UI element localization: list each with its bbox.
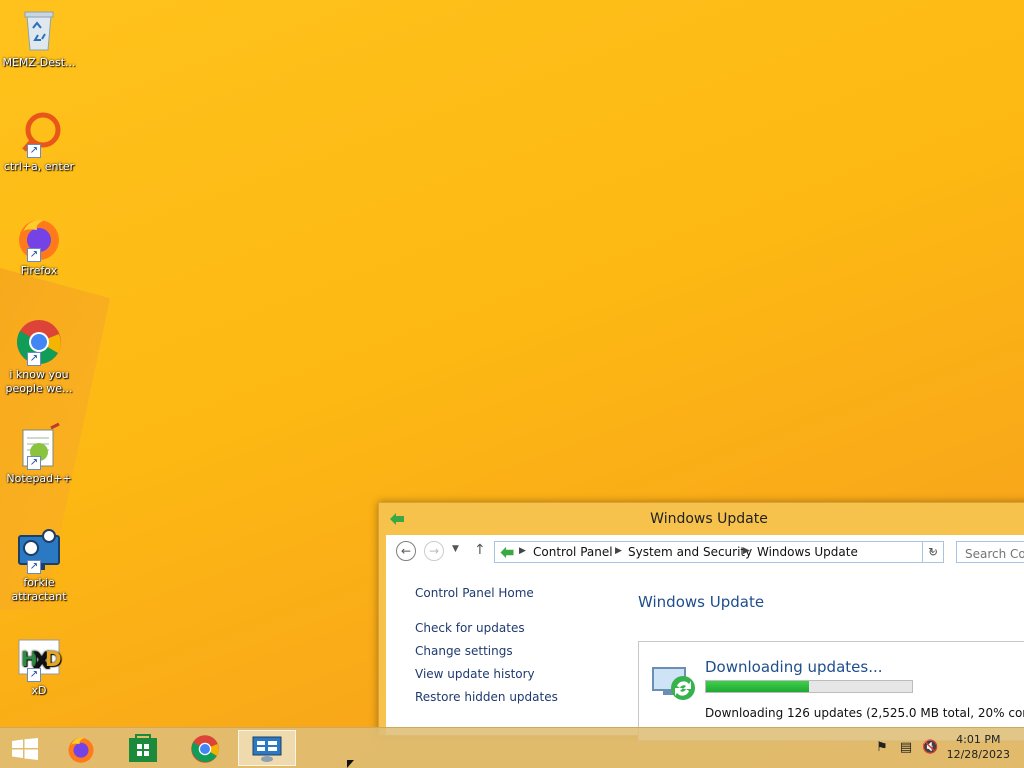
notepad-plus-plus-icon: ↗ (15, 422, 63, 470)
hxd-icon: H X D ↗ (15, 634, 63, 682)
desktop-icon-label: forkie attractant (11, 576, 67, 603)
desktop-icon-xd[interactable]: H X D ↗ xD (2, 634, 76, 698)
shortcut-arrow-icon: ↗ (27, 248, 41, 262)
download-progress-bar (705, 680, 913, 693)
breadcrumb-system-and-security[interactable]: System and Security (628, 545, 752, 559)
recycle-bin-icon (15, 6, 63, 54)
breadcrumb-windows-update[interactable]: Windows Update (757, 545, 858, 559)
up-arrow-icon[interactable]: ↑ (474, 542, 486, 558)
address-bar: ← → ▼ ↑ ▶ Control Panel ▶ System and Sec… (386, 535, 1024, 569)
taskbar-firefox[interactable] (54, 730, 110, 766)
desktop-icon-label: xD (31, 684, 47, 697)
action-center-flag-icon[interactable]: ⚑ (874, 740, 890, 756)
shortcut-arrow-icon: ↗ (27, 456, 41, 470)
back-button[interactable]: ← (396, 541, 416, 561)
left-pane: Control Panel Home Check for updates Cha… (415, 585, 635, 712)
desktop-icon-forkie-attractant[interactable]: ↗ forkie attractant (2, 526, 76, 604)
desktop-icon-notepad-plus-plus[interactable]: ↗ Notepad++ (2, 422, 76, 486)
shortcut-arrow-icon: ↗ (27, 560, 41, 574)
search-input[interactable] (956, 541, 1024, 563)
volume-muted-icon[interactable]: 🔇 (922, 740, 938, 756)
shortcut-arrow-icon: ↗ (27, 352, 41, 366)
recent-pages-chevron-icon[interactable]: ▼ (452, 544, 459, 554)
control-panel-home-link[interactable]: Control Panel Home (415, 585, 635, 601)
view-update-history-link[interactable]: View update history (415, 666, 635, 682)
opera-icon: ↗ (15, 110, 63, 158)
network-icon[interactable]: ▤ (898, 740, 914, 756)
desktop-icon-recycle-bin[interactable]: MEMZ-Dest... (2, 6, 76, 70)
desktop-icon-label: MEMZ-Dest... (2, 56, 76, 69)
taskbar-control-panel[interactable] (238, 730, 296, 766)
check-for-updates-link[interactable]: Check for updates (415, 620, 635, 636)
breadcrumb-separator-icon[interactable]: ▶ (519, 546, 526, 556)
change-settings-link[interactable]: Change settings (415, 643, 635, 659)
breadcrumb-separator-icon[interactable]: ▶ (615, 546, 622, 556)
desktop-icon-label: Firefox (20, 264, 58, 277)
status-detail: Downloading 126 updates (2,525.0 MB tota… (705, 706, 1024, 720)
firefox-icon: ↗ (15, 214, 63, 262)
desktop-icon-firefox[interactable]: ↗ Firefox (2, 214, 76, 278)
taskbar-store[interactable] (116, 730, 172, 766)
content-area: Control Panel Home Check for updates Cha… (386, 569, 1024, 741)
store-icon (129, 734, 157, 762)
desktop-icon-label: Notepad++ (6, 472, 72, 485)
page-title: Windows Update (638, 593, 765, 611)
progress-fill (706, 681, 809, 692)
svg-text:D: D (45, 647, 62, 671)
desktop-icon-ctrl-a-enter[interactable]: ↗ ctrl+a, enter (2, 110, 76, 174)
breadcrumb-control-panel[interactable]: Control Panel (533, 545, 613, 559)
status-title: Downloading updates... (705, 658, 883, 676)
desktop-icon-label: ctrl+a, enter (3, 160, 75, 173)
clock[interactable]: 4:01 PM 12/28/2023 (947, 732, 1010, 762)
restore-hidden-updates-link[interactable]: Restore hidden updates (415, 689, 635, 705)
clock-time: 4:01 PM (956, 733, 1001, 746)
start-button[interactable] (0, 730, 56, 766)
control-panel-icon (252, 736, 282, 762)
mouse-cursor-icon (347, 760, 354, 768)
forward-button[interactable]: → (424, 541, 444, 561)
desktop-icon-label: i know you people we... (5, 368, 73, 395)
windows-update-window[interactable]: Windows Update ← → ▼ ↑ ▶ Control Panel ▶… (378, 502, 1024, 741)
breadcrumb-separator-icon[interactable]: ▶ (743, 546, 750, 556)
shortcut-arrow-icon: ↗ (27, 144, 41, 158)
start-icon (12, 738, 38, 760)
firefox-icon (68, 737, 94, 763)
refresh-button[interactable]: ↻ (922, 541, 944, 563)
update-status-panel: Downloading updates... Downloading 126 u… (638, 641, 1024, 741)
window-title: Windows Update (650, 511, 768, 527)
windows-update-icon (652, 667, 695, 700)
chrome-icon: ↗ (15, 318, 63, 366)
title-bar[interactable]: Windows Update (379, 503, 1024, 535)
desktop-icon-chrome[interactable]: ↗ i know you people we... (2, 318, 76, 396)
chrome-icon (191, 735, 219, 763)
taskbar-chrome[interactable] (178, 730, 234, 766)
computer-gear-icon: ↗ (15, 526, 63, 574)
clock-date: 12/28/2023 (946, 748, 1010, 761)
breadcrumb[interactable]: ▶ Control Panel ▶ System and Security ▶ … (494, 541, 944, 563)
shortcut-arrow-icon: ↗ (27, 668, 41, 682)
taskbar: ⚑ ▤ 🔇 4:01 PM 12/28/2023 (0, 727, 1024, 768)
control-panel-icon (500, 546, 514, 559)
